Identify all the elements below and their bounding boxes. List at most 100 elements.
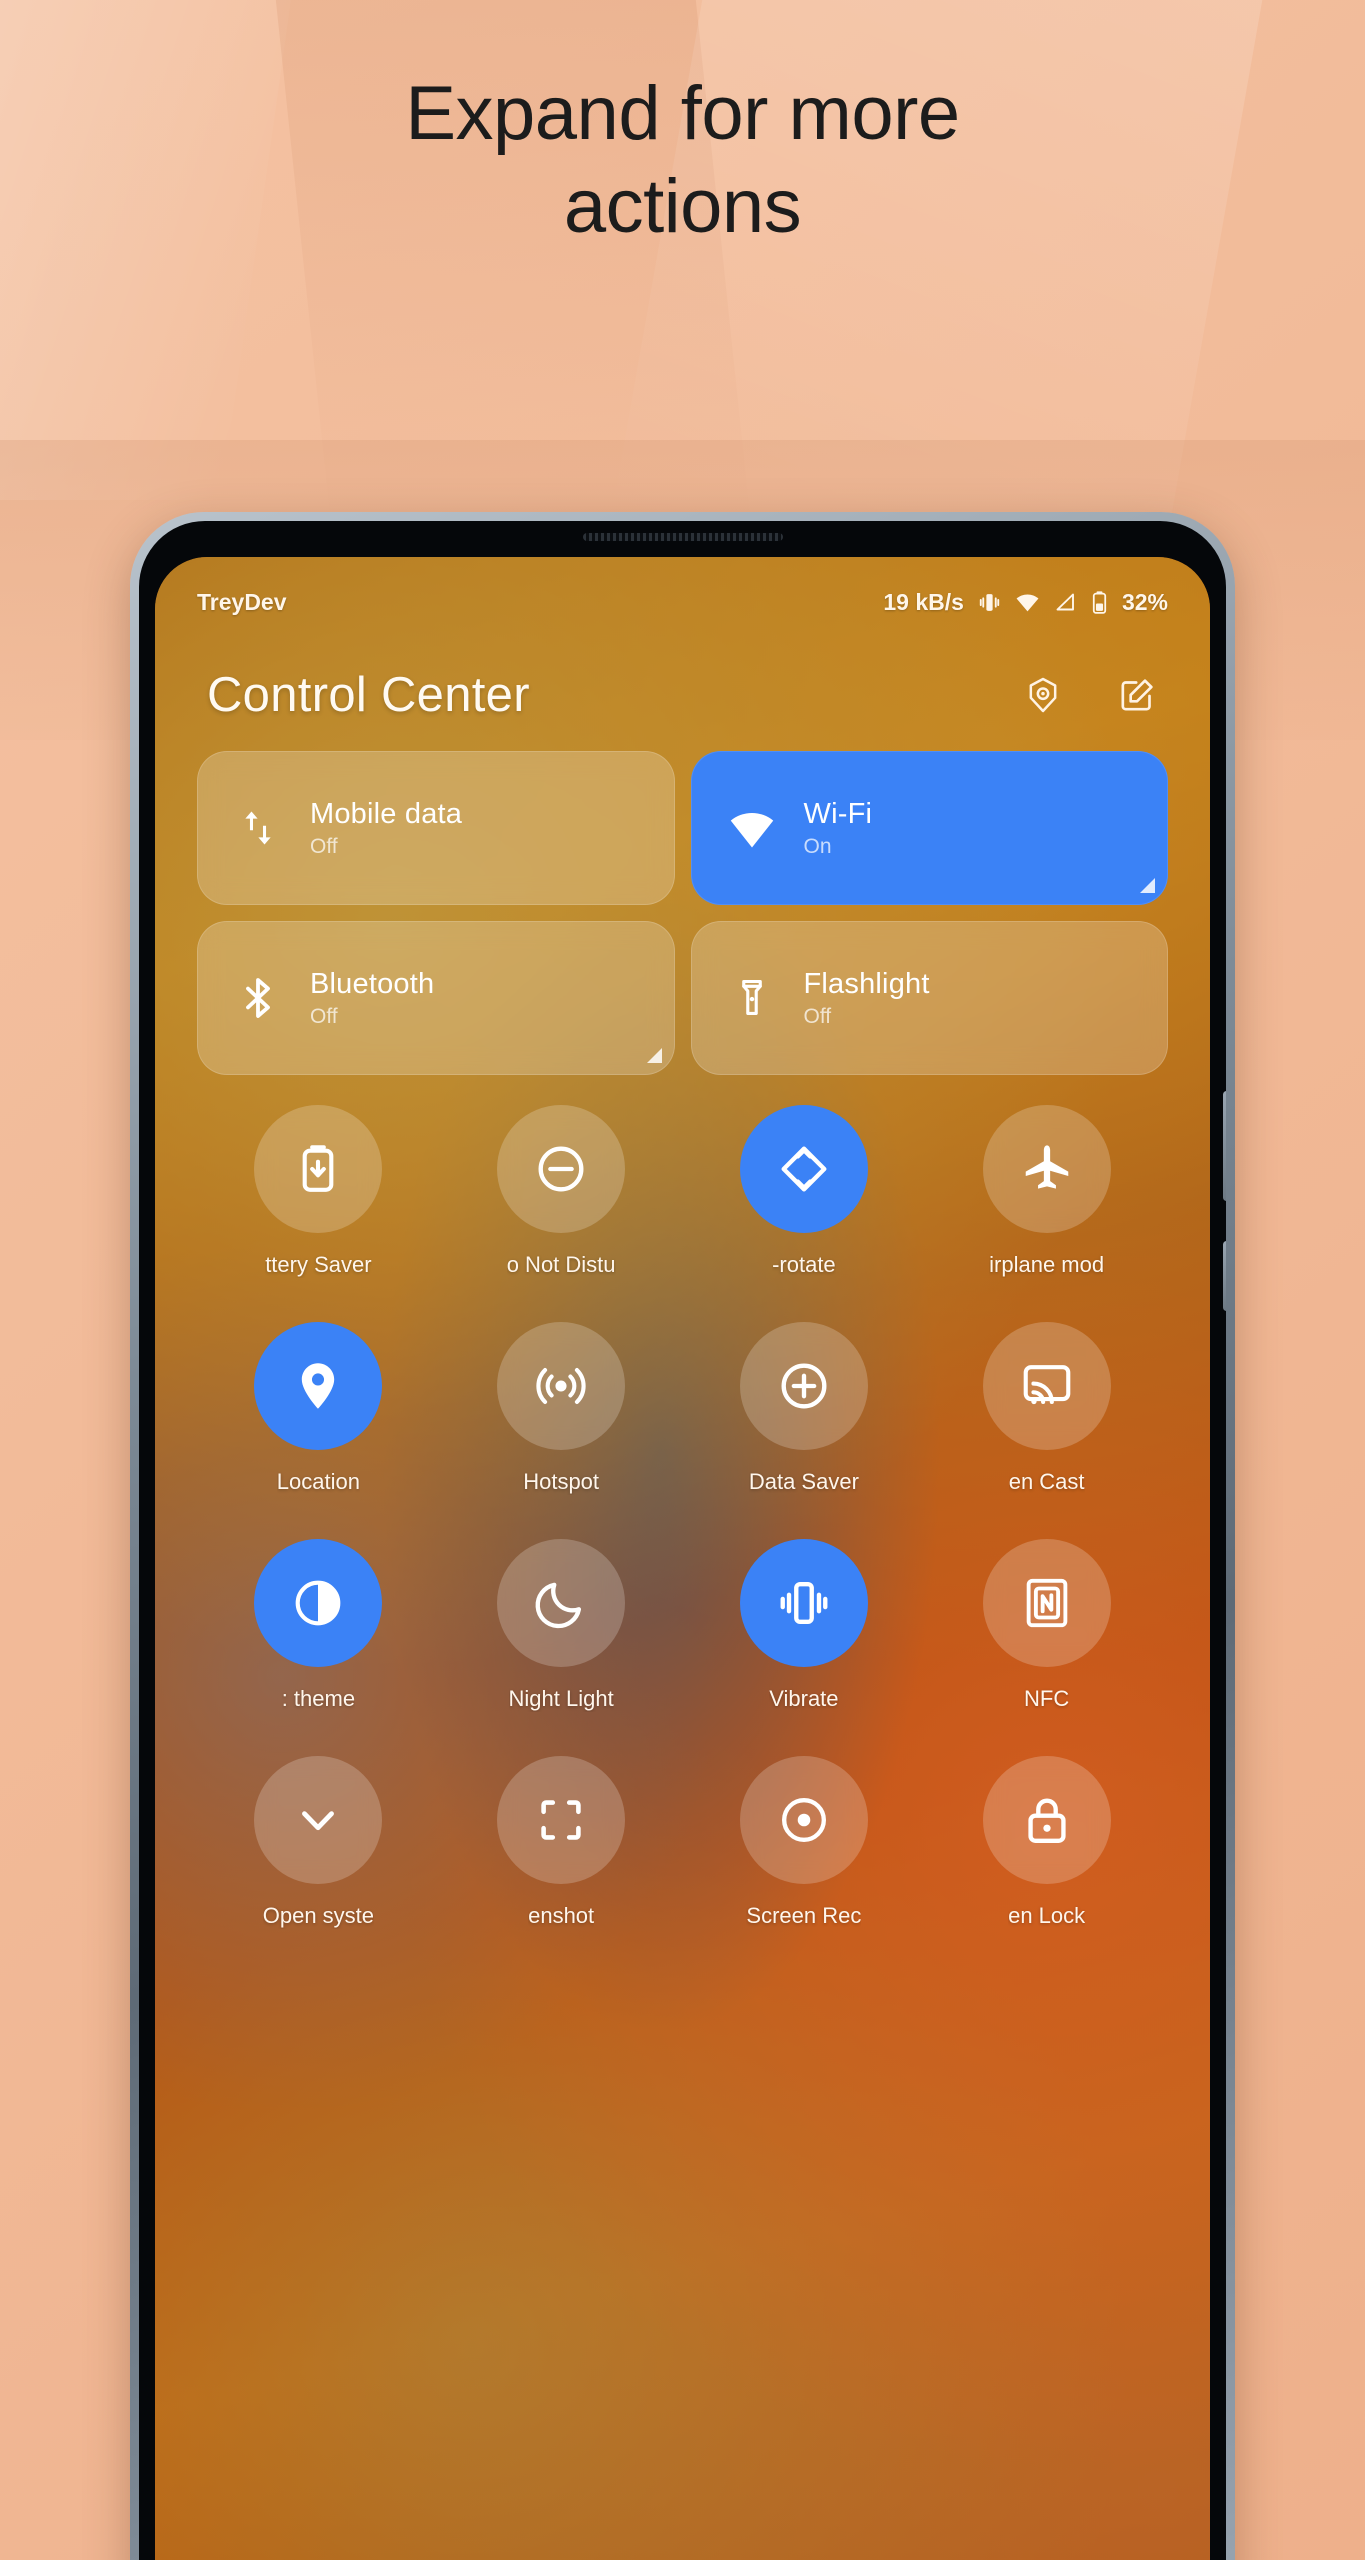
circle-tile-label: NFC <box>1024 1686 1070 1711</box>
circle-tile-label: ttery Saver <box>265 1252 372 1277</box>
phone-mockup: TreyDev 19 kB/s 32% Control Center Mobil… <box>130 512 1235 2560</box>
airplane-mode-icon <box>1025 1145 1068 1189</box>
chevron-down-icon <box>302 1811 335 1831</box>
wifi-icon <box>1015 590 1040 615</box>
signal-icon <box>1053 590 1077 614</box>
location-icon <box>302 1363 335 1409</box>
volume-button[interactable] <box>1223 1091 1226 1201</box>
circle-tile-label: en Cast <box>1008 1469 1085 1494</box>
tile-expand-indicator[interactable] <box>646 1048 662 1063</box>
status-bar: TreyDev 19 kB/s 32% <box>155 579 1210 625</box>
circle-background[interactable] <box>739 1322 868 1450</box>
hotspot-icon <box>536 1367 586 1405</box>
circle-background[interactable] <box>497 1105 626 1233</box>
nfc-icon <box>1026 1578 1067 1628</box>
bluetooth-icon <box>232 972 284 1024</box>
dark-theme-icon <box>296 1580 341 1626</box>
tile-state: Off <box>803 1004 832 1028</box>
quick-settings-circle-tiles: ttery Saver o Not Distu -rotate irplane … <box>197 1105 1168 1929</box>
tile-label: Wi-Fi <box>803 797 873 830</box>
phone-bezel: TreyDev 19 kB/s 32% Control Center Mobil… <box>139 521 1226 2560</box>
circle-background[interactable] <box>982 1756 1111 1884</box>
header-actions <box>1022 674 1158 716</box>
circle-tile-label: : theme <box>281 1686 356 1711</box>
circle-tile-open-system-settings[interactable]: Open syste <box>197 1756 440 1929</box>
edit-icon[interactable] <box>1116 674 1158 716</box>
screenshot-icon <box>541 1800 581 1840</box>
tile-wifi[interactable]: Wi-Fi On <box>690 751 1168 905</box>
earpiece-speaker <box>582 533 783 541</box>
circle-tile-dark-theme[interactable]: : theme <box>197 1539 440 1712</box>
tile-text: Wi-Fi On <box>804 798 873 859</box>
tile-label: Mobile data <box>310 797 463 830</box>
circle-tile-night-light[interactable]: Night Light <box>440 1539 683 1712</box>
circle-tile-screen-record[interactable]: Screen Rec <box>683 1756 926 1929</box>
circle-tile-hotspot[interactable]: Hotspot <box>440 1322 683 1495</box>
settings-icon[interactable] <box>1022 674 1064 716</box>
flashlight-icon <box>726 972 778 1024</box>
tile-flashlight[interactable]: Flashlight Off <box>690 921 1168 1075</box>
circle-background[interactable] <box>254 1756 383 1884</box>
circle-tile-screen-lock[interactable]: en Lock <box>925 1756 1168 1929</box>
circle-tile-screenshot[interactable]: enshot <box>440 1756 683 1929</box>
tile-expand-indicator[interactable] <box>1140 878 1155 893</box>
data-saver-icon <box>781 1363 827 1409</box>
circle-background[interactable] <box>739 1105 868 1233</box>
circle-background[interactable] <box>497 1539 626 1667</box>
tile-text: Bluetooth Off <box>310 968 434 1029</box>
circle-tile-label: Screen Rec <box>746 1903 862 1928</box>
battery-icon <box>1090 590 1109 615</box>
wifi-icon <box>726 802 778 854</box>
screen-record-icon <box>781 1798 826 1842</box>
mobile-data-icon <box>232 802 284 854</box>
headline-line-1: Expand for more <box>405 71 960 156</box>
circle-tile-label: o Not Distu <box>506 1252 616 1277</box>
circle-tile-label: Vibrate <box>769 1686 839 1711</box>
circle-background[interactable] <box>982 1322 1111 1450</box>
circle-tile-do-not-disturb[interactable]: o Not Distu <box>440 1105 683 1278</box>
status-right-cluster: 19 kB/s 32% <box>883 589 1168 616</box>
status-carrier: TreyDev <box>197 588 287 615</box>
tile-state: On <box>803 834 832 858</box>
circle-tile-battery-saver[interactable]: ttery Saver <box>197 1105 440 1278</box>
auto-rotate-icon <box>781 1146 827 1192</box>
circle-tile-location[interactable]: Location <box>197 1322 440 1495</box>
circle-background[interactable] <box>739 1539 868 1667</box>
control-center-header: Control Center <box>155 651 1210 739</box>
circle-background[interactable] <box>497 1756 626 1884</box>
promo-headline: Expand for more actions <box>0 68 1365 253</box>
screen-cast-icon <box>1023 1365 1070 1405</box>
circle-background[interactable] <box>497 1322 626 1450</box>
do-not-disturb-icon <box>538 1146 584 1192</box>
circle-background[interactable] <box>254 1322 383 1450</box>
circle-tile-airplane-mode[interactable]: irplane mod <box>925 1105 1168 1278</box>
power-button[interactable] <box>1223 1241 1226 1311</box>
circle-background[interactable] <box>739 1756 868 1884</box>
screen-lock-icon <box>1028 1798 1066 1843</box>
circle-background[interactable] <box>982 1105 1111 1233</box>
circle-background[interactable] <box>982 1539 1111 1667</box>
night-light-icon <box>535 1582 582 1629</box>
battery-percent-text: 32% <box>1121 588 1168 615</box>
page-title: Control Center <box>207 668 530 722</box>
circle-tile-nfc[interactable]: NFC <box>925 1539 1168 1712</box>
circle-background[interactable] <box>254 1105 383 1233</box>
tile-label: Bluetooth <box>310 967 435 1000</box>
circle-background[interactable] <box>254 1539 383 1667</box>
circle-tile-auto-rotate[interactable]: -rotate <box>683 1105 926 1278</box>
tile-text: Flashlight Off <box>804 968 930 1029</box>
circle-tile-label: Hotspot <box>523 1469 600 1494</box>
quick-settings-large-tiles: Mobile data Off Wi-Fi On Bluetooth Off F… <box>197 751 1168 1075</box>
circle-tile-screen-cast[interactable]: en Cast <box>925 1322 1168 1495</box>
circle-tile-label: -rotate <box>772 1252 836 1277</box>
tile-bluetooth[interactable]: Bluetooth Off <box>197 921 675 1075</box>
vibrate-icon <box>977 590 1002 615</box>
circle-tile-label: irplane mod <box>989 1252 1105 1277</box>
circle-tile-vibrate[interactable]: Vibrate <box>683 1539 926 1712</box>
battery-saver-icon <box>303 1145 334 1192</box>
headline-line-2: actions <box>563 163 802 249</box>
tile-label: Flashlight <box>803 967 930 1000</box>
tile-mobile-data[interactable]: Mobile data Off <box>197 751 675 905</box>
phone-screen: TreyDev 19 kB/s 32% Control Center Mobil… <box>155 557 1210 2560</box>
circle-tile-data-saver[interactable]: Data Saver <box>683 1322 926 1495</box>
